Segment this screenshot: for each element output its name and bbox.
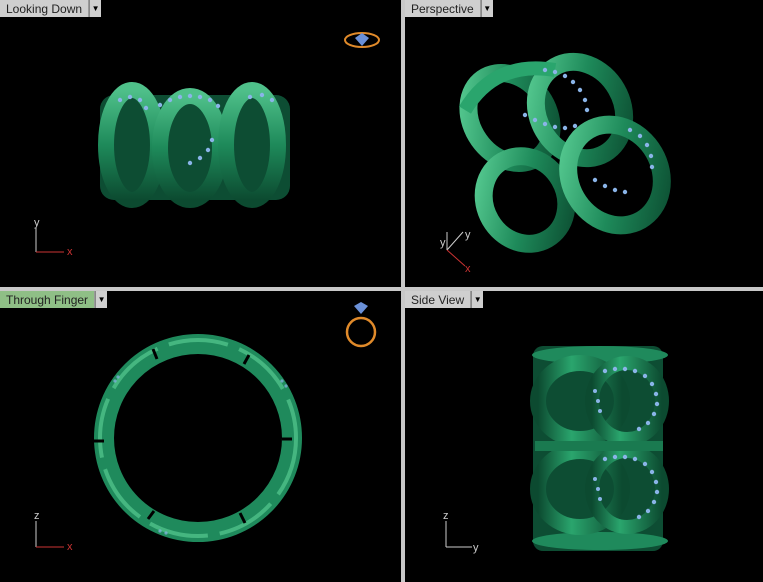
viewport-title: Perspective (405, 0, 481, 17)
viewport-title: Side View (405, 291, 472, 308)
viewport-tab-looking-down[interactable]: Looking Down ▼ (0, 0, 102, 17)
axis-indicator (445, 521, 472, 548)
axis-label-vertical: y (34, 217, 40, 229)
viewport-through-finger[interactable]: z x Through Finger ▼ (0, 291, 401, 582)
viewport-title: Looking Down (0, 0, 90, 17)
viewport-title: Through Finger (0, 291, 96, 308)
axis-label-horizontal: y (473, 542, 479, 554)
ring-top-render: y x (34, 32, 380, 258)
dropdown-icon[interactable]: ▼ (95, 291, 108, 308)
dropdown-icon[interactable]: ▼ (480, 0, 493, 17)
viewport-tab-side-view[interactable]: Side View ▼ (405, 291, 484, 308)
axis-indicator (35, 521, 64, 548)
viewport-looking-down[interactable]: y x Looking Down ▼ (0, 0, 401, 287)
axis-label-vertical: z (34, 510, 40, 522)
dropdown-icon[interactable]: ▼ (89, 0, 102, 17)
axis-indicator (35, 228, 64, 253)
viewport-perspective[interactable]: y y x Perspective ▼ (405, 0, 763, 287)
axis-indicator (446, 231, 466, 267)
ring-perspective-render: y y x (440, 52, 671, 275)
ring-front-render: z x (34, 302, 377, 553)
viewport-tab-perspective[interactable]: Perspective ▼ (405, 0, 493, 17)
axis-label-horizontal: x (67, 541, 73, 553)
ring-side-render: z y (443, 346, 669, 554)
viewport-side-view[interactable]: z y Side View ▼ (405, 291, 763, 582)
axis-label-horizontal: x (465, 263, 471, 275)
axis-label-horizontal: x (67, 246, 73, 258)
viewport-tab-through-finger[interactable]: Through Finger ▼ (0, 291, 108, 308)
ring-thumbnail-front-icon (345, 302, 377, 348)
axis-label-vertical: y (440, 237, 446, 249)
dropdown-icon[interactable]: ▼ (471, 291, 484, 308)
axis-label-vertical: z (443, 510, 449, 522)
axis-label-y: y (465, 229, 471, 241)
ring-thumbnail-top-icon (344, 32, 380, 48)
